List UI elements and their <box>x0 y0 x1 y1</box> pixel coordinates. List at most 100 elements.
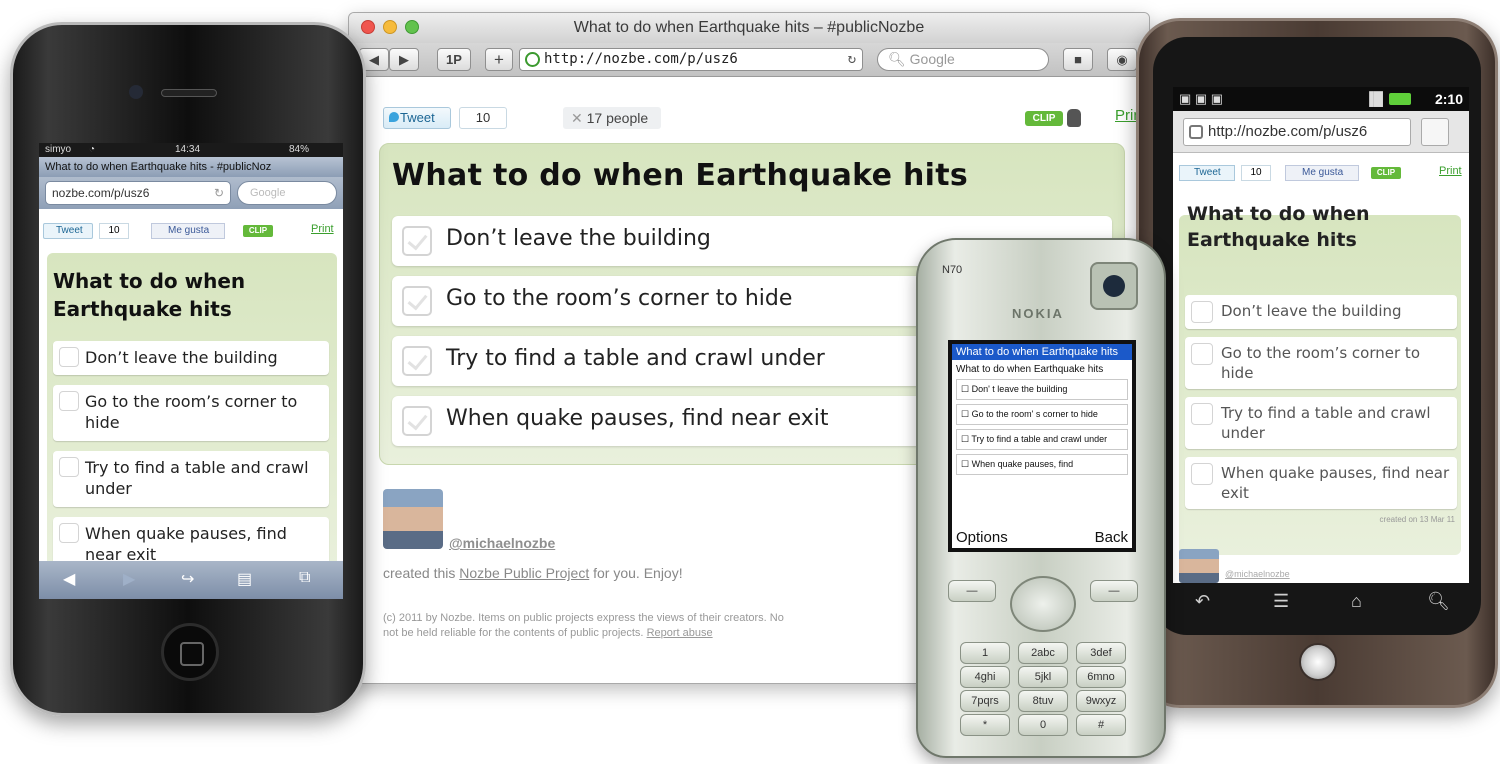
back-icon[interactable]: ↶ <box>1195 591 1210 612</box>
key-2[interactable]: 2abc <box>1018 642 1068 664</box>
menu-icon[interactable]: ☰ <box>1273 591 1289 612</box>
print-link[interactable]: Print <box>311 223 334 235</box>
task-item[interactable]: ☐ Try to find a table and crawl under <box>956 429 1128 450</box>
back-softkey[interactable]: Back <box>1095 529 1128 546</box>
android-url-text: http://nozbe.com/p/usz6 <box>1208 123 1368 140</box>
task-label: Try to find a table and crawl under <box>446 346 825 371</box>
task-item[interactable]: Go to the room’s corner to hide <box>1185 337 1457 389</box>
task-checkbox[interactable] <box>1191 301 1213 323</box>
people-badge: ✕ 17 people <box>563 107 661 129</box>
task-checkbox[interactable] <box>59 523 79 543</box>
key-6[interactable]: 6mno <box>1076 666 1126 688</box>
1password-button[interactable]: 1P <box>437 48 471 71</box>
key-4[interactable]: 4ghi <box>960 666 1010 688</box>
key-3[interactable]: 3def <box>1076 642 1126 664</box>
author-link[interactable]: @michaelnozbe <box>1225 569 1290 579</box>
navigation-key[interactable] <box>1010 576 1076 632</box>
forward-button[interactable]: ▶ <box>389 48 419 71</box>
bookmarks-icon[interactable]: ▤ <box>237 569 252 589</box>
iphone-url-row: nozbe.com/p/usz6 ↻ Google <box>39 177 343 209</box>
people-count: 17 people <box>586 110 649 126</box>
iphone-search-input[interactable]: Google <box>237 181 337 205</box>
like-label: Me gusta <box>1302 167 1344 178</box>
left-softkey-button[interactable]: — <box>948 580 996 602</box>
back-icon[interactable]: ◀ <box>63 569 75 589</box>
clip-button[interactable]: CLIP <box>1371 167 1401 179</box>
iphone-url-bar[interactable]: nozbe.com/p/usz6 ↻ <box>45 181 231 205</box>
key-9[interactable]: 9wxyz <box>1076 690 1126 712</box>
home-icon[interactable]: ⌂ <box>1351 591 1362 612</box>
task-checkbox[interactable] <box>402 406 432 436</box>
search-icon: 🔍︎ <box>888 51 906 67</box>
bookmark-icon[interactable] <box>1421 118 1449 146</box>
public-project-link[interactable]: Nozbe Public Project <box>459 565 589 581</box>
task-checkbox[interactable] <box>402 346 432 376</box>
key-7[interactable]: 7pqrs <box>960 690 1010 712</box>
clock: 2:10 <box>1434 91 1463 107</box>
keypad: — — 1 2abc 3def 4ghi 5jkl 6mno 7pqrs 8tu… <box>948 570 1138 740</box>
search-input[interactable]: 🔍︎ Google <box>877 48 1049 71</box>
task-checkbox[interactable] <box>402 226 432 256</box>
iphone-device: simyo ◔ 14:34 84% What to do when Earthq… <box>10 22 366 716</box>
like-button[interactable]: Me gusta <box>151 223 225 239</box>
created-date: created on 13 Mar 11 <box>1379 515 1455 524</box>
close-icon[interactable]: ✕ <box>571 110 587 126</box>
key-1[interactable]: 1 <box>960 642 1010 664</box>
task-checkbox[interactable] <box>59 391 79 411</box>
right-softkey-button[interactable]: — <box>1090 580 1138 602</box>
reload-icon[interactable]: ↻ <box>848 49 856 70</box>
camera-icon <box>129 85 143 99</box>
iphone-screen: simyo ◔ 14:34 84% What to do when Earthq… <box>39 143 343 599</box>
tabs-icon[interactable]: ⧉ <box>299 569 310 587</box>
key-star[interactable]: * <box>960 714 1010 736</box>
task-item[interactable]: ☐ When quake pauses, find <box>956 454 1128 475</box>
options-softkey[interactable]: Options <box>956 529 1008 546</box>
author-avatar[interactable] <box>383 489 443 549</box>
task-item[interactable]: ☐ Go to the room' s corner to hide <box>956 404 1128 425</box>
task-label: Try to find a table and crawl under <box>971 434 1108 444</box>
task-item[interactable]: Don’t leave the building <box>1185 295 1457 329</box>
key-5[interactable]: 5jkl <box>1018 666 1068 688</box>
task-item[interactable]: Try to find a table and crawl under <box>53 451 329 507</box>
tweet-button[interactable]: Tweet <box>43 223 93 239</box>
add-bookmark-button[interactable]: + <box>485 48 513 71</box>
author-link[interactable]: @michaelnozbe <box>449 535 555 551</box>
task-checkbox[interactable] <box>1191 343 1213 365</box>
task-checkbox[interactable] <box>1191 403 1213 425</box>
forward-icon[interactable]: ▶ <box>123 569 135 589</box>
share-icon[interactable]: ↪ <box>181 569 194 589</box>
tweet-button[interactable]: Tweet <box>383 107 451 129</box>
report-abuse-link[interactable]: Report abuse <box>647 627 713 639</box>
iphone-status-bar: simyo ◔ 14:34 84% <box>39 143 343 157</box>
key-hash[interactable]: # <box>1076 714 1126 736</box>
notification-icons: ▣ ▣ ▣ <box>1179 91 1224 106</box>
print-link[interactable]: Print <box>1439 165 1462 177</box>
task-item[interactable]: Don’t leave the building <box>53 341 329 375</box>
task-checkbox[interactable] <box>59 347 79 367</box>
android-url-bar[interactable]: http://nozbe.com/p/usz6 <box>1183 118 1411 146</box>
like-button[interactable]: Me gusta <box>1285 165 1359 181</box>
clip-button[interactable]: CLIP <box>243 225 273 237</box>
task-item[interactable]: When quake pauses, find near exit <box>1185 457 1457 509</box>
task-item[interactable]: Try to find a table and crawl under <box>1185 397 1457 449</box>
trackball[interactable] <box>1299 643 1337 681</box>
tweet-button[interactable]: Tweet <box>1179 165 1235 181</box>
key-0[interactable]: 0 <box>1018 714 1068 736</box>
url-bar[interactable]: http://nozbe.com/p/usz6 ↻ <box>519 48 863 71</box>
author-avatar[interactable] <box>1179 549 1219 583</box>
project-card: What to do when Earthquake hits Don’t le… <box>47 253 337 573</box>
task-checkbox[interactable] <box>1191 463 1213 485</box>
task-checkbox[interactable] <box>59 457 79 477</box>
task-label: Go to the room’s corner to hide <box>1221 344 1420 382</box>
tweet-label: Tweet <box>56 225 83 236</box>
extension-icon[interactable]: ◉ <box>1107 48 1137 71</box>
home-button[interactable] <box>161 623 219 681</box>
search-icon[interactable]: 🔍︎ <box>1427 591 1450 612</box>
clip-button[interactable]: CLIP <box>1025 111 1063 126</box>
evernote-icon[interactable]: ■ <box>1063 48 1093 71</box>
task-item[interactable]: ☐ Don' t leave the building <box>956 379 1128 400</box>
task-checkbox[interactable] <box>402 286 432 316</box>
key-8[interactable]: 8tuv <box>1018 690 1068 712</box>
reload-icon[interactable]: ↻ <box>214 182 224 204</box>
task-item[interactable]: Go to the room’s corner to hide <box>53 385 329 441</box>
